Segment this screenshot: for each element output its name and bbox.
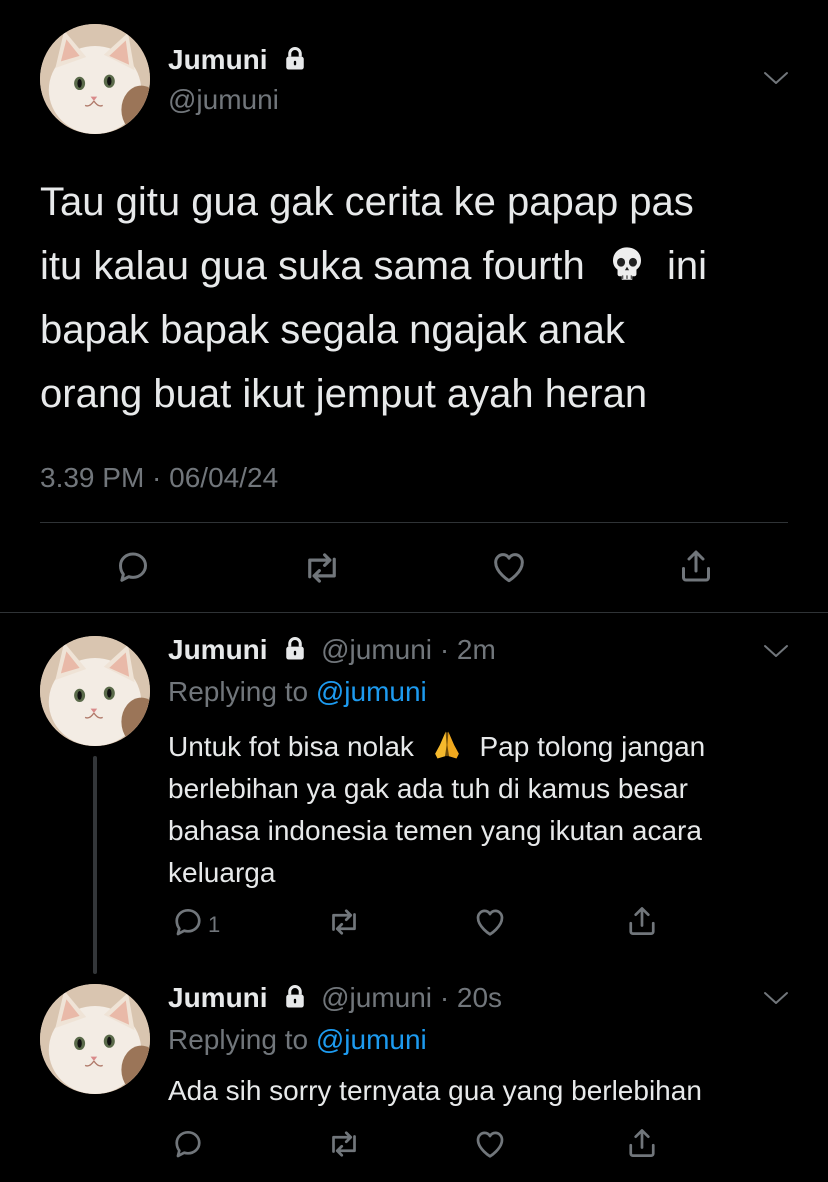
share-button[interactable] xyxy=(676,546,716,586)
share-button[interactable] xyxy=(624,1125,660,1161)
tweet-line: itu kalau gua suka sama fourth ini xyxy=(40,234,800,298)
reply-line-text: Pap tolong jangan xyxy=(479,731,706,762)
lock-icon xyxy=(281,983,309,1011)
thread-line xyxy=(93,756,97,974)
display-name[interactable]: Jumuni xyxy=(168,634,268,665)
avatar[interactable] xyxy=(40,24,150,134)
reply-text: Ada sih sorry ternyata gua yang berlebih… xyxy=(168,1070,808,1112)
time-ago[interactable]: · 2m xyxy=(440,634,496,665)
reply-header: Jumuni @jumuni · 20s xyxy=(168,982,502,1014)
display-name[interactable]: Jumuni xyxy=(168,44,309,76)
display-name[interactable]: Jumuni xyxy=(168,982,268,1013)
like-button[interactable] xyxy=(489,547,529,587)
replying-to: Replying to @jumuni xyxy=(168,676,427,708)
share-icon xyxy=(624,1125,660,1161)
reply-line: bahasa indonesia temen yang ikutan acara xyxy=(168,815,702,846)
replying-prefix: Replying to xyxy=(168,1024,309,1055)
divider xyxy=(40,522,788,523)
avatar-image xyxy=(40,636,150,746)
retweet-button[interactable] xyxy=(301,547,343,589)
like-button[interactable] xyxy=(472,904,508,940)
retweet-button[interactable] xyxy=(326,904,362,940)
reply-button[interactable]: 1 xyxy=(170,904,220,940)
tweet-text: Tau gitu gua gak cerita ke papap pas itu… xyxy=(40,170,800,426)
like-icon xyxy=(472,904,508,940)
avatar[interactable] xyxy=(40,636,150,746)
retweet-button[interactable] xyxy=(326,1126,362,1162)
like-icon xyxy=(489,547,529,587)
skull-emoji xyxy=(612,247,641,281)
like-icon xyxy=(472,1126,508,1162)
reply-line: Ada sih sorry ternyata gua yang berlebih… xyxy=(168,1075,702,1106)
share-icon xyxy=(676,546,716,586)
reply-icon xyxy=(170,1126,206,1162)
replying-to-link[interactable]: @jumuni xyxy=(316,1024,427,1055)
reply-button[interactable] xyxy=(170,1126,206,1162)
reply-icon xyxy=(170,904,206,940)
share-button[interactable] xyxy=(624,903,660,939)
retweet-icon xyxy=(326,904,362,940)
reply-line-text: Untuk fot bisa nolak xyxy=(168,731,414,762)
reply-line: keluarga xyxy=(168,857,276,888)
tweet-line-text: itu kalau gua suka sama fourth xyxy=(40,244,585,288)
chevron-down-icon[interactable] xyxy=(763,70,789,86)
avatar-image xyxy=(40,984,150,1094)
display-name-text: Jumuni xyxy=(168,44,268,75)
reply-text: Untuk fot bisa nolak Pap tolong jangan b… xyxy=(168,726,808,894)
handle[interactable]: @jumuni xyxy=(321,634,432,665)
reply-button[interactable] xyxy=(113,547,153,587)
share-icon xyxy=(624,903,660,939)
reply-count: 1 xyxy=(208,912,221,937)
tweet-line-text: ini xyxy=(667,244,708,288)
replying-to: Replying to @jumuni xyxy=(168,1024,427,1056)
divider xyxy=(0,612,828,613)
lock-icon xyxy=(281,635,309,663)
chevron-down-icon[interactable] xyxy=(763,990,789,1006)
lock-icon xyxy=(281,45,309,73)
reply-line: berlebihan ya gak ada tuh di kamus besar xyxy=(168,773,688,804)
handle[interactable]: @jumuni xyxy=(168,84,279,116)
replying-to-link[interactable]: @jumuni xyxy=(316,676,427,707)
timestamp[interactable]: 3.39 PM · 06/04/24 xyxy=(40,462,278,494)
avatar[interactable] xyxy=(40,984,150,1094)
reply-line: Untuk fot bisa nolak Pap tolong jangan xyxy=(168,726,808,768)
replying-prefix: Replying to xyxy=(168,676,309,707)
time-ago[interactable]: · 20s xyxy=(440,982,502,1013)
tweet-line: orang buat ikut jemput ayah heran xyxy=(40,372,648,416)
handle[interactable]: @jumuni xyxy=(321,982,432,1013)
retweet-icon xyxy=(301,547,343,589)
tweet-line: Tau gitu gua gak cerita ke papap pas xyxy=(40,180,694,224)
reply-icon xyxy=(113,547,153,587)
chevron-down-icon[interactable] xyxy=(763,643,789,659)
reply-header: Jumuni @jumuni · 2m xyxy=(168,634,496,666)
folded-hands-emoji xyxy=(434,731,459,759)
retweet-icon xyxy=(326,1126,362,1162)
tweet-line: bapak bapak segala ngajak anak xyxy=(40,308,625,352)
avatar-image xyxy=(40,24,150,134)
like-button[interactable] xyxy=(472,1126,508,1162)
